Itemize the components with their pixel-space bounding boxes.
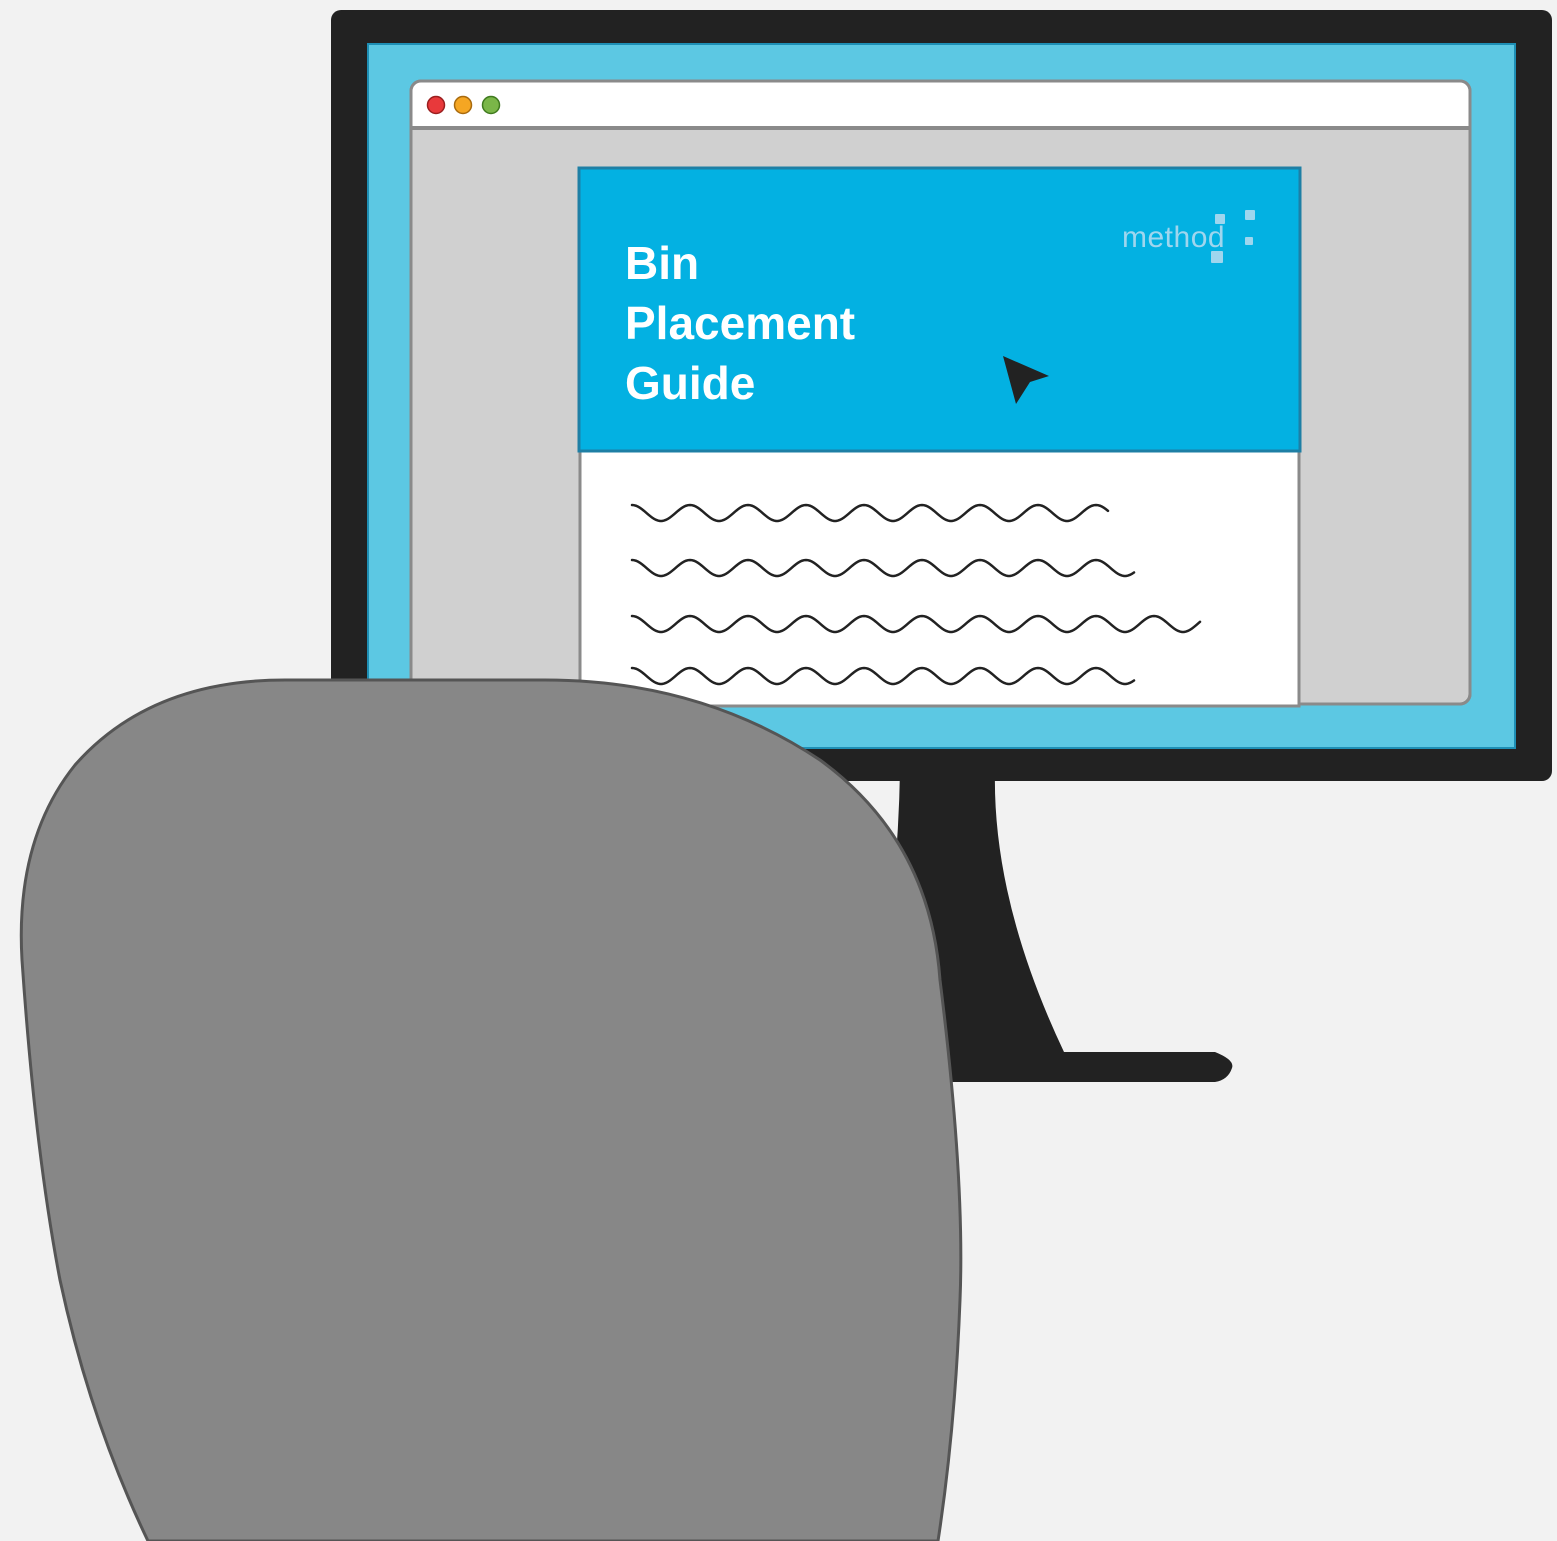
document-title-line-3: Guide [625, 357, 755, 409]
method-logo-text: method [1122, 221, 1225, 254]
illustration: Bin Placement Guide method [19, 10, 1552, 1541]
document-title-line-2: Placement [625, 297, 855, 349]
document-page: Bin Placement Guide method [577, 166, 1302, 708]
close-icon[interactable] [426, 95, 446, 115]
maximize-icon[interactable] [481, 95, 501, 115]
minimize-icon[interactable] [453, 95, 473, 115]
person-head [19, 678, 963, 1541]
browser-titlebar [411, 81, 1470, 128]
document-title-line-1: Bin [625, 237, 699, 289]
